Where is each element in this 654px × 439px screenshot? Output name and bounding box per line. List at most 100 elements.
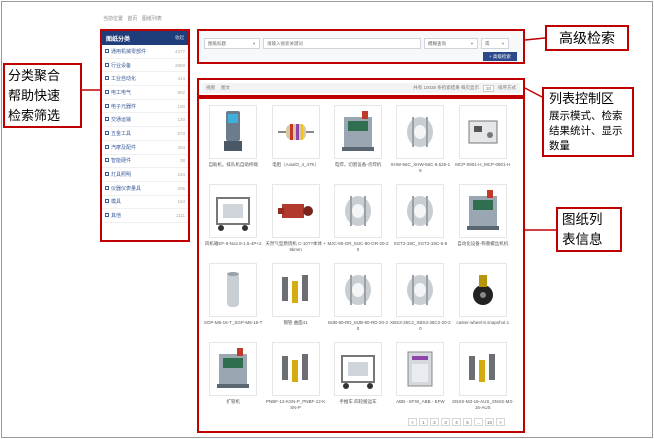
drawing-caption[interactable]: 天然气型燃烧机 C-10??本体 +6kmm [265,241,327,252]
breadcrumb-item-list[interactable]: 图纸列表 [142,16,162,22]
drawing-thumbnail[interactable] [271,263,320,317]
drawing-caption[interactable]: XHW-56C_XHW-56C-9.525-18 [389,162,451,173]
page-button[interactable]: 1 [419,418,428,426]
checkbox-icon [105,130,109,135]
match-mode-select[interactable]: 模糊查询 ▼ [424,38,478,49]
drawing-caption[interactable]: XGT2-19C_XGT2-19C-5-8 [389,241,451,247]
sidebar-item[interactable]: 电工电气 902 [102,86,188,100]
drawing-thumbnail[interactable] [271,342,320,396]
sidebar-collapse-toggle[interactable]: 收起 [175,35,184,41]
drawing-card[interactable]: caster-wheel-5.snapshot.1 [452,261,514,340]
drawing-caption[interactable]: SGP-M6-16-T_SGP-M6-16-T [202,320,264,326]
drawing-caption[interactable]: 风机箱EF-II-No2.8-1.5-4P+2 [202,241,264,247]
advanced-search-button[interactable]: + 高级检索 [483,52,517,61]
drawing-thumbnail[interactable] [396,184,445,238]
drawing-card[interactable]: 钢管 曲面41 [264,261,326,340]
view-mode-toggle[interactable]: 图文 [221,85,230,91]
page-button[interactable]: 2 [430,418,439,426]
drawing-caption[interactable]: PNBF-12-KSN-P_PNBF-12-KSN-P [265,399,327,410]
drawing-thumbnail[interactable] [333,342,382,396]
sidebar-item[interactable]: 通用机械零部件 4377 [102,45,188,59]
drawing-thumbnail[interactable] [209,184,258,238]
drawing-caption[interactable]: caster-wheel-5.snapshot.1 [452,320,514,326]
drawing-thumbnail[interactable] [271,105,320,159]
sidebar-item[interactable]: 汽摩及配件 304 [102,141,188,155]
sidebar-item[interactable]: 仪器仪表量具 206 [102,182,188,196]
checkbox-icon [105,117,109,122]
drawing-card[interactable]: SNSS-M3-16-AUS_SNSS-M3-16-AUS [452,340,514,419]
drawing-thumbnail[interactable] [333,263,382,317]
sidebar-item[interactable]: 智能硬件 38 [102,155,188,169]
page-button[interactable]: ... [474,418,483,426]
drawing-thumbnail[interactable] [396,342,445,396]
drawing-card[interactable]: 扩管机 [202,340,264,419]
drawing-thumbnail[interactable] [458,263,507,317]
page-button[interactable]: 10 [485,418,495,426]
drawing-caption[interactable]: 扩管机 [202,399,264,405]
sidebar-item[interactable]: 行业设备 2860 [102,59,188,73]
logic-select[interactable]: 或 ▼ [481,38,509,49]
drawing-thumbnail[interactable] [458,184,507,238]
drawing-caption[interactable]: 电焊，切割设备-点焊机 [327,162,389,168]
page-size-select[interactable]: 20 [482,84,494,92]
page-button[interactable]: 3 [441,418,450,426]
sidebar-item[interactable]: 五金工具 673 [102,127,188,141]
page-button[interactable]: < [408,418,417,426]
drawing-card[interactable]: 自助机，排队机自助终端 [202,103,264,182]
drawing-card[interactable]: SGP-M6-16-T_SGP-M6-16-T [202,261,264,340]
drawing-thumbnail[interactable] [209,105,258,159]
drawing-caption[interactable]: 电阻（AxialO_4_47K） [265,162,327,168]
search-field-select[interactable]: 图纸标题 ▼ [204,38,260,49]
sidebar-item[interactable]: 交通运输 120 [102,113,188,128]
sidebar-item-label-wrap: 智能硬件 [105,157,131,164]
sidebar-item[interactable]: 其他 1111 [102,209,188,223]
drawing-thumbnail[interactable] [333,184,382,238]
drawing-card[interactable]: MJC-80-GR_MJC-80-GR-20-20 [327,182,389,261]
drawing-caption[interactable]: ABB - EFW_ABB - EFW [389,399,451,405]
drawing-card[interactable]: PNBF-12-KSN-P_PNBF-12-KSN-P [264,340,326,419]
drawing-thumbnail[interactable] [209,342,258,396]
drawing-card[interactable]: MCP-0901-H_MCP-0901-H [452,103,514,182]
drawing-thumbnail[interactable] [333,105,382,159]
drawing-card[interactable]: XGT2-19C_XGT2-19C-5-8 [389,182,451,261]
page-button[interactable]: 5 [463,418,472,426]
page-button[interactable]: > [496,418,506,426]
annotation-list-control-title: 列表控制区 [549,92,615,107]
drawing-card[interactable]: XBS3-35C2_XBS3-35C2-20-20 [389,261,451,340]
drawing-caption[interactable]: MJB-80-RD_MJB-80-RD-20-20 [327,320,389,331]
drawing-card[interactable]: 电阻（AxialO_4_47K） [264,103,326,182]
search-input[interactable] [263,38,421,49]
drawing-caption[interactable]: 手推车 四轮搬运车 [327,399,389,405]
annotation-drawing-grid: 图纸列 表信息 [556,207,622,252]
drawing-card[interactable]: 自动化设备-称重螺丝机机 [452,182,514,261]
sort-select[interactable]: 排序方式 [498,85,516,91]
drawing-card[interactable]: 天然气型燃烧机 C-10??本体 +6kmm [264,182,326,261]
sidebar-item[interactable]: 灯具照明 234 [102,168,188,182]
drawing-card[interactable]: 风机箱EF-II-No2.8-1.5-4P+2 [202,182,264,261]
sidebar-item[interactable]: 电子元器件 150 [102,100,188,114]
drawing-card[interactable]: ABB - EFW_ABB - EFW [389,340,451,419]
sidebar-item[interactable]: 工业自动化 414 [102,72,188,87]
sidebar-item[interactable]: 模具 164 [102,196,188,210]
drawing-thumbnail[interactable] [396,105,445,159]
drawing-caption[interactable]: 钢管 曲面41 [265,320,327,326]
drawing-caption[interactable]: XBS3-35C2_XBS3-35C2-20-20 [389,320,451,331]
page-button[interactable]: 4 [452,418,461,426]
drawing-caption[interactable]: SNSS-M3-16-AUS_SNSS-M3-16-AUS [452,399,514,410]
drawing-card[interactable]: 电焊，切割设备-点焊机 [327,103,389,182]
drawing-thumbnail[interactable] [209,263,258,317]
drawing-caption[interactable]: 自助机，排队机自助终端 [202,162,264,168]
drawing-caption[interactable]: 自动化设备-称重螺丝机机 [452,241,514,247]
drawing-thumbnail[interactable] [458,342,507,396]
drawing-caption[interactable]: MJC-80-GR_MJC-80-GR-20-20 [327,241,389,252]
drawing-card[interactable]: MJB-80-RD_MJB-80-RD-20-20 [327,261,389,340]
drawing-card[interactable]: XHW-56C_XHW-56C-9.525-18 [389,103,451,182]
sidebar-item-label: 电工电气 [111,89,132,96]
drawing-thumbnail[interactable] [458,105,507,159]
drawing-caption[interactable]: MCP-0901-H_MCP-0901-H [452,162,514,168]
breadcrumb-item-home[interactable]: 首页 [127,16,137,22]
drawing-card[interactable]: 手推车 四轮搬运车 [327,340,389,419]
drawing-thumbnail[interactable] [396,263,445,317]
sidebar-item-count: 304 [177,144,185,150]
drawing-thumbnail[interactable] [271,184,320,238]
